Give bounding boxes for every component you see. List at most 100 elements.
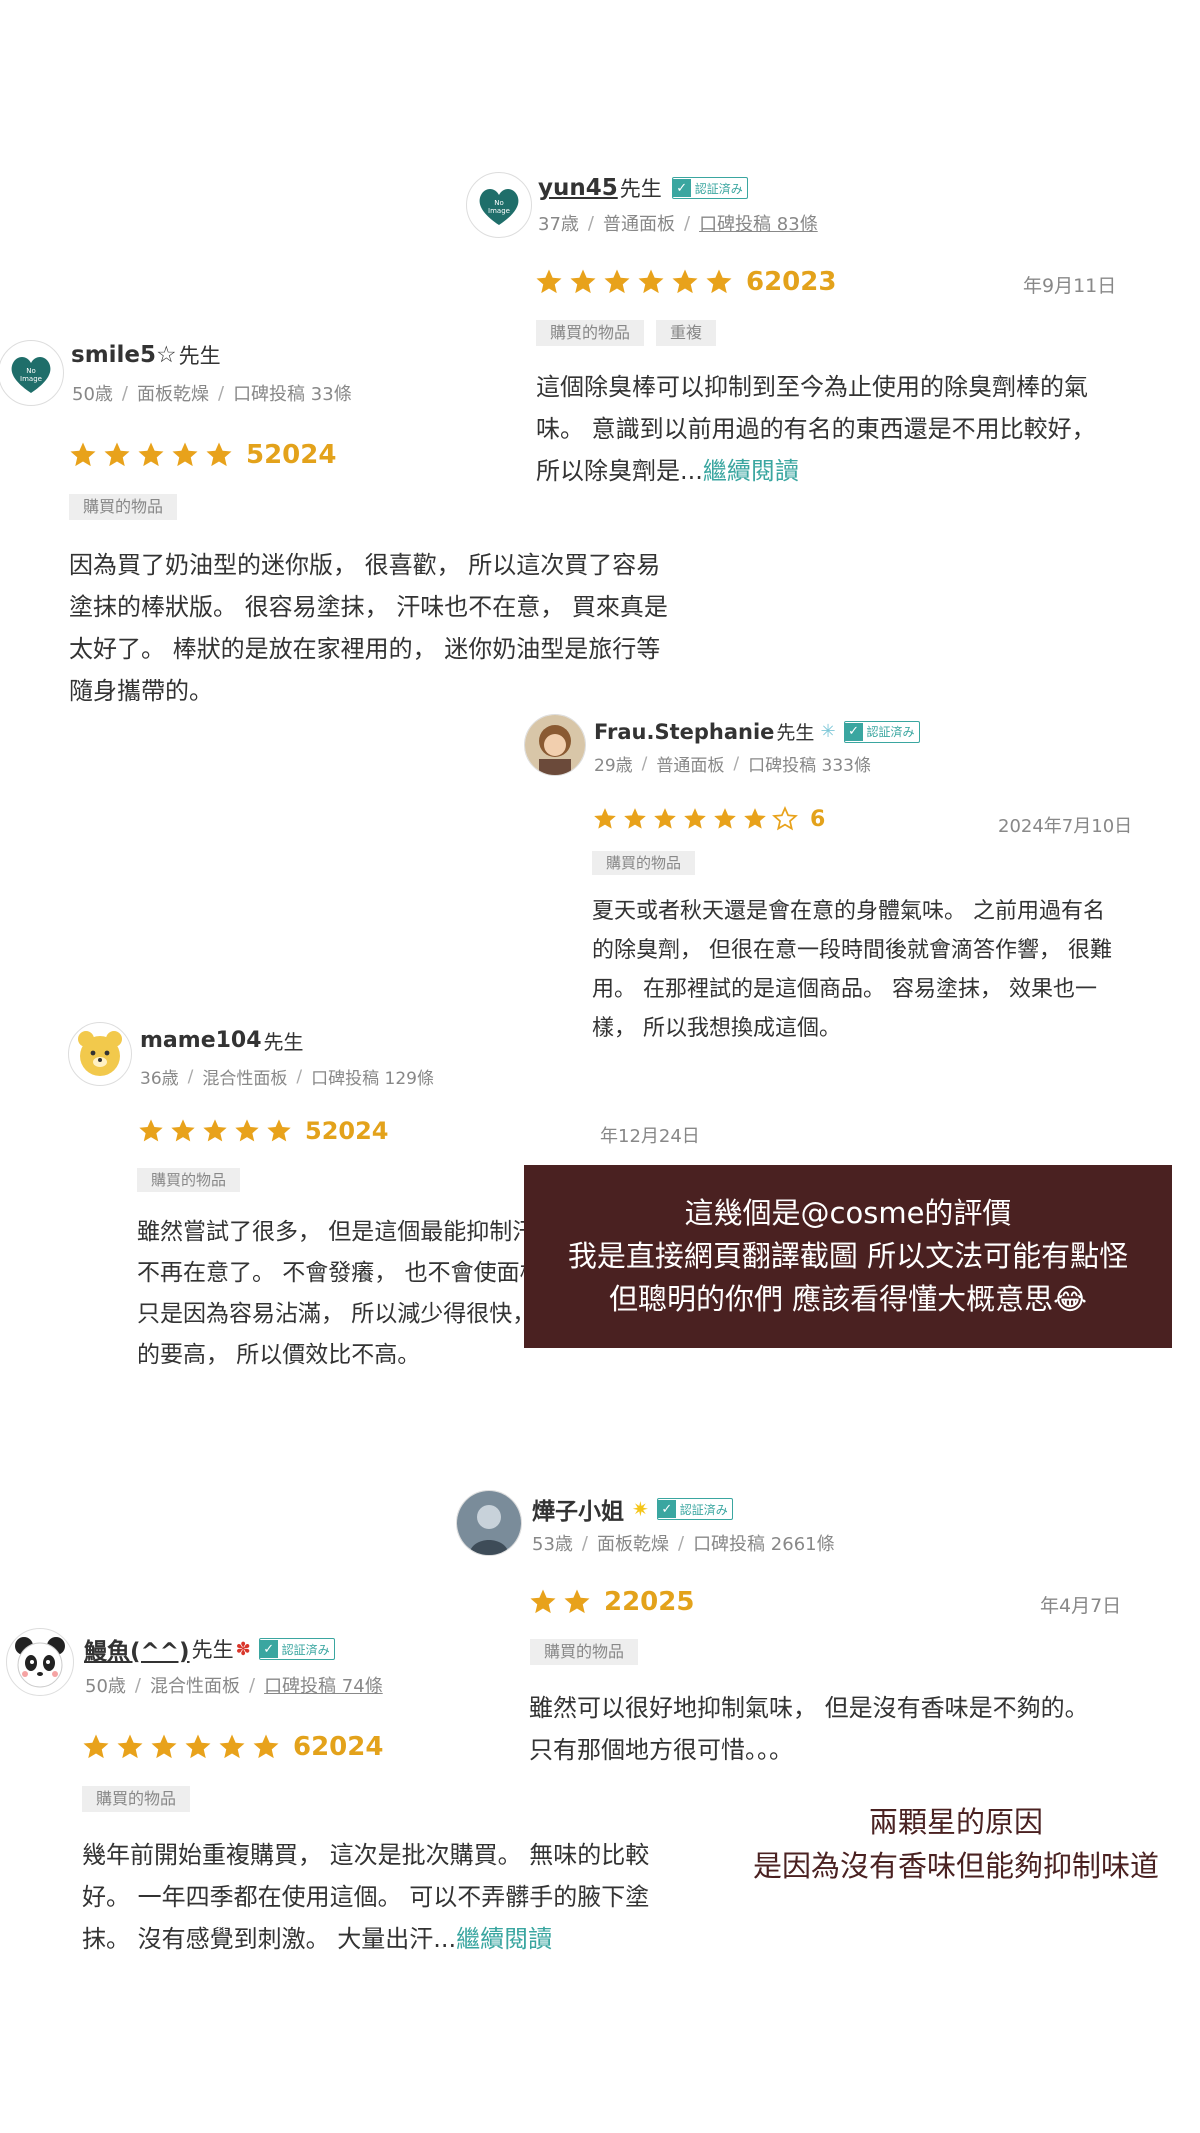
rating-value: 22025 (604, 1587, 695, 1617)
star-filled-icon (594, 808, 616, 829)
two-star-reason-note: 兩顆星的原因 是因為沒有香味但能夠抑制味道 (726, 1800, 1186, 1888)
avatar[interactable] (524, 714, 586, 776)
review-text: 因為買了奶油型的迷你版， 很喜歡， 所以這次買了容易塗抹的棒狀版。 很容易塗抹，… (69, 551, 668, 705)
star-rating: 52024 (68, 440, 336, 470)
note-line-2: 是因為沒有香味但能夠抑制味道 (752, 1849, 1159, 1883)
star-filled-icon (267, 1119, 291, 1142)
tag-purchased: 購買的物品 (82, 1786, 191, 1812)
read-more-link[interactable]: 繼續閱讀 (703, 457, 799, 485)
tag-repeat: 重複 (656, 320, 717, 346)
skin-type: 普通面板 (656, 756, 725, 776)
rating-value: 62023 (746, 267, 837, 297)
translation-note-banner: 這幾個是@cosme的評價 我是直接網頁翻譯截圖 所以文法可能有點怪 但聰明的你… (524, 1165, 1172, 1348)
check-icon: ✓ (672, 179, 691, 197)
verified-badge: ✓ 認証済み (843, 720, 920, 743)
svg-text:Image: Image (488, 207, 510, 215)
note-line-1: 兩顆星的原因 (868, 1805, 1043, 1839)
review-date: 2024年7月10日 (998, 816, 1133, 837)
honorific: 先生 (178, 344, 221, 368)
tag-purchased: 購買的物品 (536, 320, 645, 346)
review-text: 幾年前開始重複購買， 這次是批次購買。 無味的比較好。 一年四季都在使用這個。 … (82, 1841, 650, 1953)
tag-purchased: 購買的物品 (592, 851, 696, 875)
banner-line-1: 這幾個是@cosme的評價 (684, 1196, 1012, 1230)
star-filled-icon (83, 1734, 109, 1759)
review-date: 年9月11日 (1023, 275, 1117, 297)
svg-text:No: No (494, 199, 504, 207)
tag-purchased: 購買的物品 (69, 494, 178, 520)
user-age: 50歳 (72, 384, 113, 405)
star-filled-icon (672, 269, 698, 294)
username[interactable]: mame104 (140, 1028, 262, 1053)
verified-badge: ✓ 認証済み (671, 177, 748, 199)
avatar[interactable]: No Image (466, 172, 532, 238)
flower-icon: ✽ (235, 1638, 251, 1660)
avatar[interactable] (456, 1490, 522, 1556)
star-filled-icon (530, 1589, 556, 1614)
verified-badge: ✓ 認証済み (258, 1638, 335, 1660)
post-count-link[interactable]: 口碑投稿 74條 (264, 1672, 383, 1698)
svg-text:No: No (26, 367, 36, 375)
profile-photo (525, 715, 585, 775)
star-empty-icon (772, 806, 798, 831)
star-filled-icon (253, 1734, 279, 1759)
tag-purchased: 購買的物品 (137, 1168, 241, 1192)
rating-value: 52024 (246, 440, 337, 470)
banner-line-3: 但聰明的你們 應該看得懂大概意思😂 (608, 1282, 1088, 1316)
username[interactable]: 燁子小姐 (532, 1492, 624, 1526)
profile-photo (457, 1491, 521, 1555)
rating-value: 52024 (305, 1117, 389, 1145)
bear-icon (78, 1031, 122, 1076)
avatar[interactable] (6, 1628, 74, 1696)
star-filled-icon (185, 1734, 211, 1759)
username[interactable]: Frau.Stephanie (594, 720, 774, 744)
user-age: 36歳 (140, 1069, 179, 1089)
star-filled-icon (117, 1734, 143, 1759)
post-count[interactable]: 口碑投稿 333條 (748, 751, 871, 776)
star-rating: 62023 (534, 267, 836, 297)
star-filled-icon (654, 808, 676, 829)
review-date: 年4月7日 (1040, 1595, 1122, 1617)
review-text: 夏天或者秋天還是會在意的身體氣味。 之前用過有名的除臭劑， 但很在意一段時間後就… (592, 899, 1112, 1041)
skin-type: 面板乾燥 (136, 384, 209, 405)
verified-badge: ✓ 認証済み (656, 1498, 733, 1520)
star-filled-icon (203, 1119, 227, 1142)
check-icon: ✓ (259, 1640, 278, 1658)
review-text: 這個除臭棒可以抑制到至今為止使用的除臭劑棒的氣味。 意識到以前用過的有名的東西還… (536, 373, 1096, 485)
avatar[interactable]: No Image (0, 340, 64, 406)
username[interactable]: yun45 (538, 175, 618, 201)
rating-value: 6 (810, 806, 826, 832)
honorific: 先生 (619, 177, 662, 201)
star-filled-icon (206, 442, 232, 467)
star-filled-icon (624, 808, 646, 829)
username[interactable]: smile5☆ (71, 342, 177, 368)
post-count[interactable]: 口碑投稿 129條 (311, 1064, 434, 1089)
star-rating: 52024 (137, 1117, 389, 1145)
skin-type: 普通面板 (602, 214, 675, 235)
star-filled-icon (714, 808, 736, 829)
read-more-link[interactable]: 繼續閱讀 (456, 1925, 552, 1953)
star-filled-icon (219, 1734, 245, 1759)
star-filled-icon (70, 442, 96, 467)
star-filled-icon (104, 442, 130, 467)
no-image-heart-icon: NoImage (479, 189, 519, 225)
star-filled-icon (564, 1589, 590, 1614)
skin-type: 混合性面板 (149, 1676, 240, 1697)
user-age: 37歳 (538, 214, 579, 235)
post-count-link[interactable]: 口碑投稿 83條 (699, 210, 818, 236)
star-filled-icon (570, 269, 596, 294)
star-filled-icon (171, 1119, 195, 1142)
post-count[interactable]: 口碑投稿 33條 (233, 380, 352, 406)
star-filled-icon (536, 269, 562, 294)
star-rating: 62024 (81, 1732, 383, 1762)
avatar[interactable] (68, 1022, 132, 1086)
star-rating: 6 (592, 806, 825, 832)
username[interactable]: 鰻魚(^^) (84, 1632, 190, 1666)
review-date: 年12月24日 (600, 1126, 700, 1147)
sparkle-icon: ✳ (820, 721, 836, 742)
post-count[interactable]: 口碑投稿 2661條 (693, 1530, 835, 1556)
tag-purchased: 購買的物品 (530, 1639, 639, 1665)
star-filled-icon (684, 808, 706, 829)
banner-line-2: 我是直接網頁翻譯截圖 所以文法可能有點怪 (567, 1239, 1129, 1273)
user-age: 50歳 (85, 1676, 126, 1697)
check-icon: ✓ (844, 722, 863, 741)
